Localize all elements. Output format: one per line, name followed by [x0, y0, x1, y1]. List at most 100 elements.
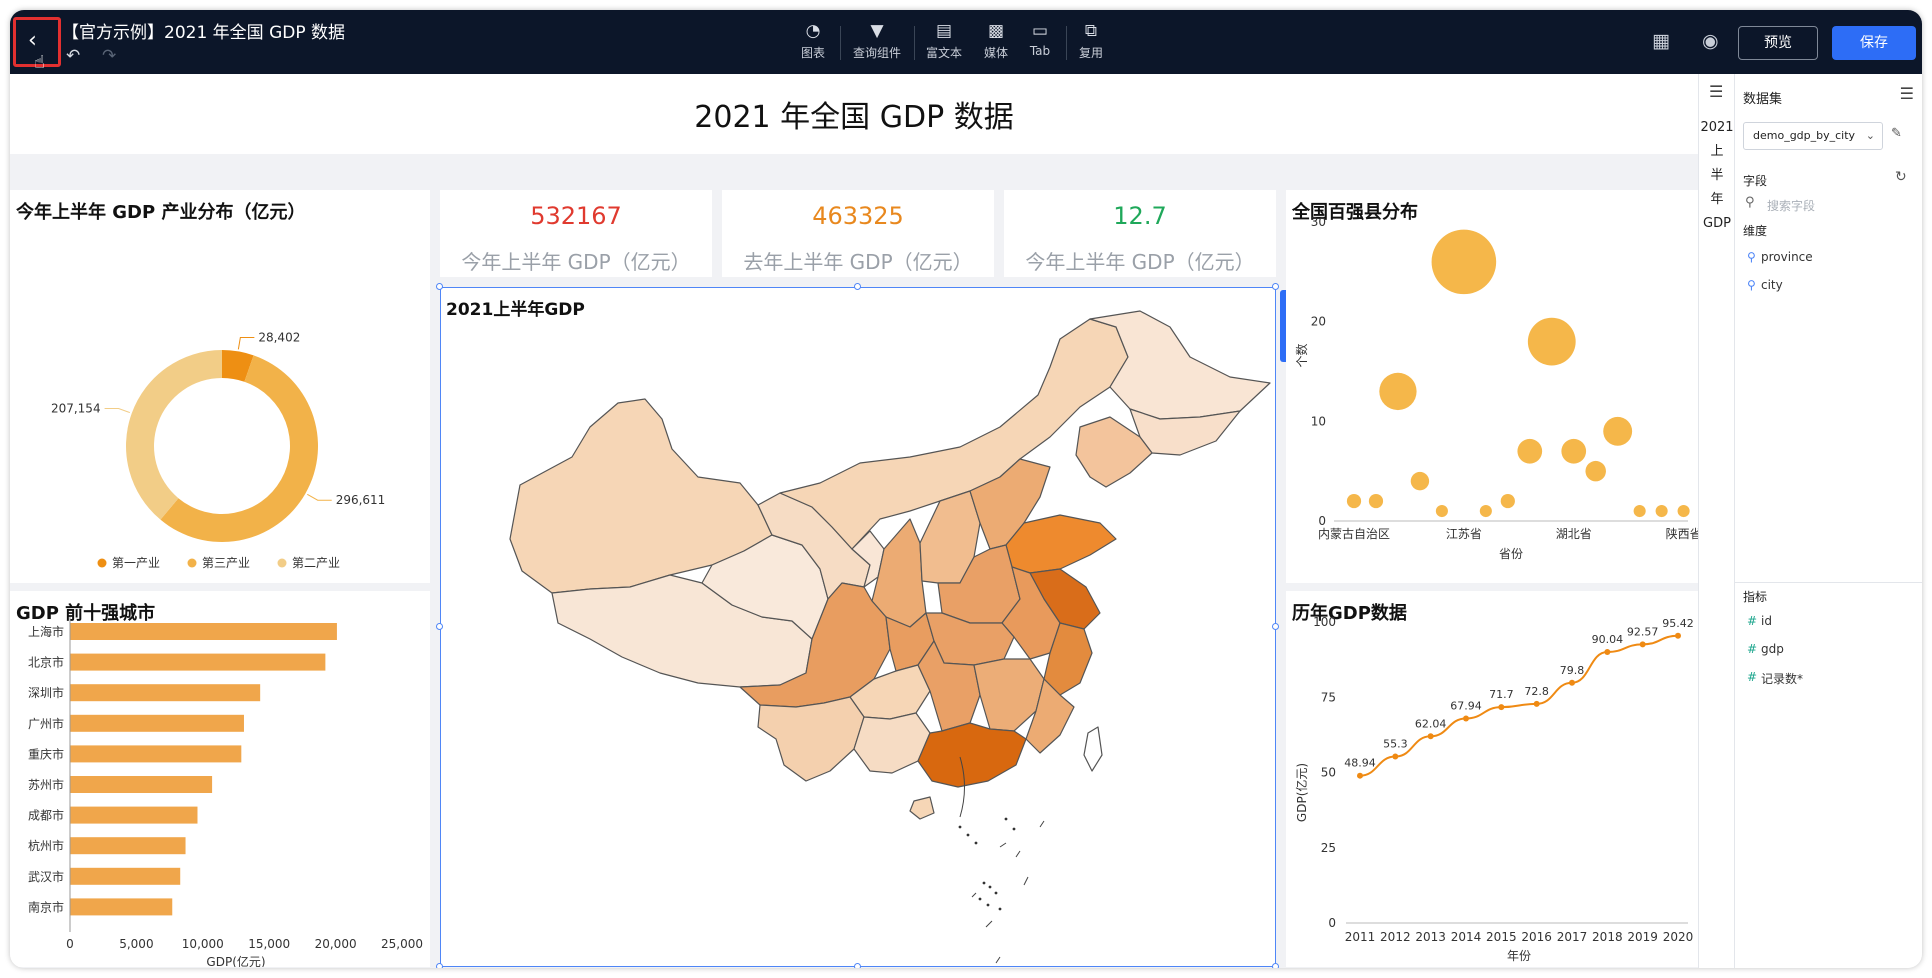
line-series	[1359, 634, 1679, 777]
text-icon: ▤	[935, 21, 953, 41]
legend-label: 第三产业	[202, 556, 250, 570]
resize-handle[interactable]	[1272, 963, 1279, 968]
bar-category-label: 杭州市	[28, 838, 64, 853]
x-tick-label: 陕西省	[1666, 526, 1698, 541]
kpi-card-1[interactable]: 532167 今年上半年 GDP（亿元）	[440, 190, 712, 277]
bar	[70, 806, 198, 824]
field-gdp[interactable]: gdp	[1761, 642, 1784, 656]
measures-label: 指标	[1743, 590, 1768, 604]
outline-icon[interactable]: ☰	[1709, 82, 1723, 101]
save-button[interactable]: 保存	[1832, 26, 1916, 60]
theme-icon[interactable]: ◉	[1702, 30, 1719, 52]
x-tick-label: 2019	[1627, 930, 1658, 944]
resize-handle[interactable]	[436, 283, 443, 290]
field-search[interactable]: ⚲ 搜索字段	[1745, 194, 1913, 216]
x-axis-title: GDP(亿元)	[206, 954, 265, 967]
scatter-point	[1677, 504, 1690, 518]
y-axis-title: 个数	[1294, 343, 1309, 367]
card-county-scatter[interactable]: 全国百强县分布 0 10 20 30 内蒙古自治区 江苏省 湖北省 陕西省 省份 个数	[1286, 190, 1698, 583]
resize-handle[interactable]	[436, 623, 443, 630]
pie-label-line	[104, 407, 131, 414]
bar	[70, 898, 173, 916]
bar	[70, 623, 337, 640]
y-axis-title: GDP(亿元)	[1294, 763, 1309, 822]
line-data-label: 90.04	[1592, 633, 1624, 646]
x-tick-label: 25,000	[381, 937, 423, 951]
refresh-icon[interactable]: ↻	[1895, 169, 1907, 185]
x-tick-label: 湖北省	[1556, 526, 1592, 541]
line-data-label: 71.7	[1489, 688, 1514, 701]
resize-handle[interactable]	[854, 283, 861, 290]
kpi-card-2[interactable]: 463325 去年上半年 GDP（亿元）	[722, 190, 994, 277]
legend-label: 第一产业	[112, 556, 160, 570]
bar-category-label: 苏州市	[28, 777, 64, 792]
tool-media[interactable]: ▩ 媒体	[974, 20, 1018, 61]
hash-icon: #	[1747, 614, 1758, 628]
scatter-chart: 0 10 20 30 内蒙古自治区 江苏省 湖北省 陕西省省份 个数	[1294, 215, 1698, 561]
dashboard-banner[interactable]: 2021 年全国 GDP 数据	[10, 74, 1698, 154]
location-icon: ⚲	[1747, 278, 1756, 292]
filter-icon: ▼	[870, 21, 884, 41]
tool-tab[interactable]: ▭ Tab	[1020, 20, 1060, 58]
tool-query[interactable]: ▼ 查询组件	[848, 20, 906, 61]
pie-chart-icon: ◔	[805, 21, 821, 41]
search-input[interactable]: 搜索字段	[1767, 197, 1815, 214]
redo-icon[interactable]: ↷	[102, 46, 116, 66]
dataset-select[interactable]: demo_gdp_by_city ⌄	[1743, 122, 1883, 150]
card-yearly-line[interactable]: 历年GDP数据 0 25 50 75 100 48.94 55.3 62.04 67.94 71.…	[1286, 591, 1698, 967]
field-province[interactable]: province	[1761, 250, 1813, 264]
tool-chart[interactable]: ◔ 图表	[796, 20, 830, 61]
kpi-value: 532167	[530, 202, 622, 230]
field-city[interactable]: city	[1761, 278, 1783, 292]
line-data-label: 55.3	[1383, 738, 1408, 751]
kpi-card-3[interactable]: 12.7 今年上半年 GDP（亿元）	[1004, 190, 1276, 277]
edit-icon[interactable]: ✎	[1891, 126, 1902, 141]
pie-chart: 28,402 296,611 207,154 第一产业 第三产业 第二产业	[51, 331, 385, 570]
field-record-count[interactable]: 记录数*	[1761, 670, 1803, 687]
resize-handle[interactable]	[854, 963, 861, 968]
y-tick-label: 75	[1321, 690, 1336, 704]
card-industry-pie[interactable]: 今年上半年 GDP 产业分布（亿元） 28,402 296,611 207,154 第…	[10, 190, 430, 583]
scatter-point	[1633, 504, 1646, 518]
x-axis-title: 省份	[1499, 547, 1523, 561]
back-button[interactable]: ‹ ☝	[13, 17, 61, 73]
bar-category-label: 深圳市	[28, 685, 64, 700]
dashboard-canvas: 2021 年全国 GDP 数据 今年上半年 GDP 产业分布（亿元） 28,40…	[10, 74, 1698, 968]
bar-category-label: 上海市	[28, 624, 64, 639]
hash-icon: #	[1747, 642, 1758, 656]
bar-chart: 上海市北京市深圳市广州市重庆市苏州市成都市杭州市武汉市南京市 0 5,000 10,0…	[28, 617, 423, 967]
preview-button[interactable]: 预览	[1738, 26, 1818, 60]
field-id[interactable]: id	[1761, 614, 1772, 628]
bar-category-label: 成都市	[28, 808, 64, 823]
y-tick-label: 10	[1311, 414, 1326, 428]
legend-marker	[187, 558, 197, 568]
selection-frame[interactable]	[440, 287, 1276, 967]
pie-data-label: 207,154	[51, 401, 101, 415]
undo-icon[interactable]: ↶	[66, 46, 80, 66]
card-top10-bar[interactable]: GDP 前十强城市 上海市 北京市 深圳市 广州市 重庆市 苏州市 成都市 杭州市 武汉市 南京市…	[10, 591, 430, 967]
collapse-panel-icon[interactable]: ☰	[1900, 84, 1914, 103]
dataset-label: 数据集	[1743, 92, 1783, 107]
x-axis-title: 年份	[1507, 949, 1531, 963]
resize-handle[interactable]	[1272, 283, 1279, 290]
legend-marker	[97, 558, 107, 568]
tool-reuse[interactable]: ⧉ 复用	[1074, 20, 1108, 61]
y-tick-label: 0	[1328, 916, 1336, 930]
line-data-label: 72.8	[1524, 685, 1549, 698]
layout-icon[interactable]: ▦	[1652, 30, 1670, 52]
resize-handle[interactable]	[436, 963, 443, 968]
kpi-label: 今年上半年 GDP（亿元）	[1025, 250, 1255, 274]
tab-icon: ▭	[1031, 21, 1049, 41]
hand-cursor-icon: ☝	[34, 52, 45, 73]
bar-category-label: 重庆市	[28, 746, 64, 761]
scatter-point	[1479, 504, 1492, 518]
scatter-point	[1410, 471, 1430, 491]
line-data-label: 48.94	[1344, 757, 1376, 770]
pie-label-line	[307, 493, 332, 501]
bar-category-label: 广州市	[28, 716, 64, 731]
scatter-point	[1431, 229, 1497, 295]
tool-richtext[interactable]: ▤ 富文本	[922, 20, 966, 61]
bar	[70, 653, 326, 671]
x-tick-label: 江苏省	[1446, 527, 1482, 541]
resize-handle[interactable]	[1272, 623, 1279, 630]
